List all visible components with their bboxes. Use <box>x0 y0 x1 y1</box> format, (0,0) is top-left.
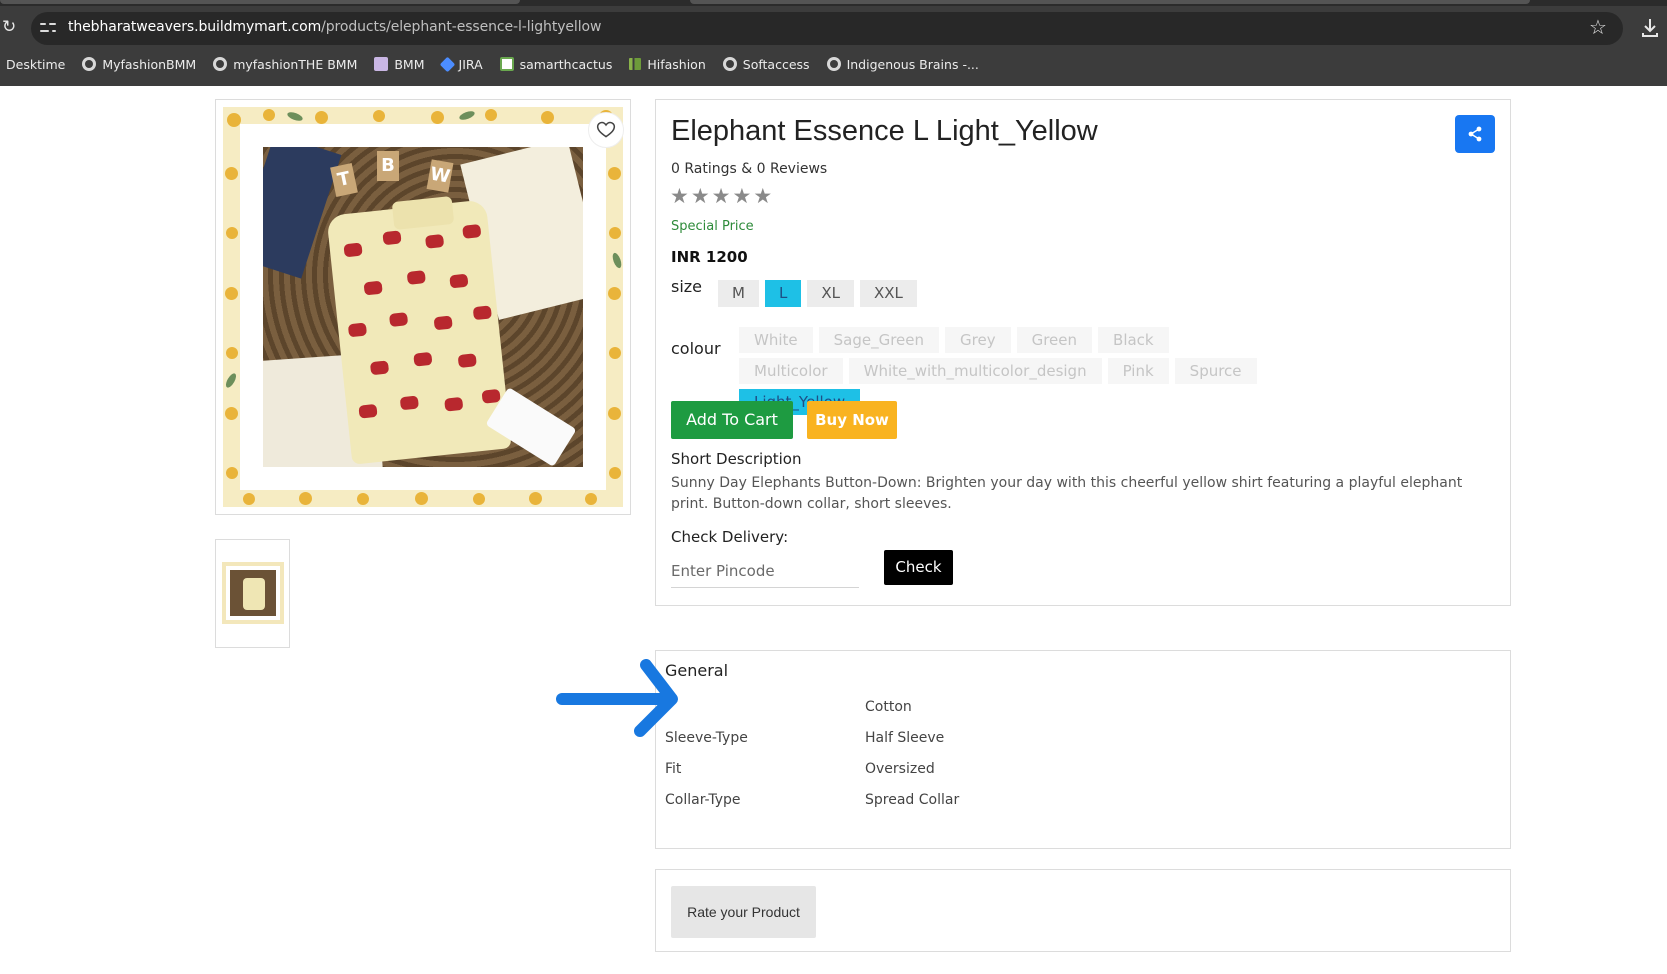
wishlist-button[interactable] <box>588 112 624 148</box>
leaf-motif <box>458 109 476 122</box>
download-icon[interactable] <box>1640 16 1660 40</box>
browser-tab[interactable] <box>0 0 520 4</box>
bookmark-label: Indigenous Brains -... <box>846 56 979 72</box>
bookmark-label: Desktime <box>6 56 66 72</box>
bookmark-label: samarthcactus <box>519 56 613 72</box>
bookmark-desktime[interactable]: Desktime <box>6 57 65 72</box>
colour-option-grey[interactable]: Grey <box>945 327 1011 353</box>
bookmark-label: MyfashionBMM <box>102 56 197 72</box>
product-image-card: T B W <box>215 99 631 515</box>
colour-option-green[interactable]: Green <box>1016 327 1093 353</box>
bookmark-label: JIRA <box>458 56 483 72</box>
bmm-icon <box>374 57 389 71</box>
bookmark-samarthcactus[interactable]: samarthcactus <box>499 56 613 72</box>
price: INR 1200 <box>671 248 748 266</box>
globe-icon <box>213 57 228 71</box>
share-icon <box>1468 126 1482 142</box>
bookmark-label: Hifashion <box>647 56 706 72</box>
colour-option-white-with-multicolor-design[interactable]: White_with_multicolor_design <box>848 358 1102 384</box>
check-delivery-title: Check Delivery: <box>671 528 789 546</box>
bookmarks-bar: Desktime MyfashionBMM myfashionTHE BMM B… <box>0 53 996 75</box>
bookmark-label: Softaccess <box>742 56 810 72</box>
bookmark-star-icon[interactable]: ☆ <box>1589 15 1607 39</box>
colour-option-white[interactable]: White <box>739 327 813 353</box>
bookmark-myfashionbmm[interactable]: MyfashionBMM <box>82 57 196 72</box>
url-text[interactable]: thebharatweavers.buildmymart.com/product… <box>68 19 601 35</box>
spec-value: Oversized <box>865 761 935 777</box>
spec-value: Spread Collar <box>865 792 960 808</box>
bookmark-jira[interactable]: JIRA <box>439 56 483 72</box>
spec-key: Fit <box>665 761 682 777</box>
globe-icon <box>82 57 97 71</box>
bookmark-indigenous-brains[interactable]: Indigenous Brains -... <box>826 56 979 72</box>
colour-option-sage-green[interactable]: Sage_Green <box>818 327 940 353</box>
image-mat: T B W <box>240 124 606 490</box>
star-icon: ★ <box>753 184 773 208</box>
leaf-motif <box>610 251 623 270</box>
add-to-cart-button[interactable]: Add To Cart <box>671 401 793 439</box>
special-price-label: Special Price <box>671 219 754 234</box>
shirt-photo: T B W <box>263 147 583 467</box>
bookmark-label: myfashionTHE BMM <box>233 56 358 72</box>
colour-label: colour <box>671 339 721 358</box>
general-specs-card: General Cotton Sleeve-Type Half Sleeve F… <box>655 650 1511 849</box>
star-rating: ★ ★ ★ ★ ★ <box>670 183 772 209</box>
short-description-title: Short Description <box>671 450 802 468</box>
spec-value: Cotton <box>865 699 912 715</box>
image-thumbnail[interactable] <box>215 539 290 648</box>
size-option-m[interactable]: M <box>718 280 759 307</box>
bookmark-softaccess[interactable]: Softaccess <box>722 56 810 72</box>
hifashion-icon <box>629 58 642 70</box>
browser-chrome: ↻ thebharatweavers.buildmymart.com/produ… <box>0 0 1667 86</box>
heart-icon <box>596 121 616 138</box>
url-host: thebharatweavers.buildmymart.com <box>68 19 322 35</box>
star-icon: ★ <box>670 184 689 208</box>
size-option-xl[interactable]: XL <box>807 280 854 307</box>
browser-tab[interactable] <box>690 0 1530 4</box>
size-label: size <box>671 277 703 296</box>
globe-icon <box>722 57 737 71</box>
colour-option-black[interactable]: Black <box>1098 327 1169 353</box>
bookmark-bmm[interactable]: BMM <box>374 56 425 72</box>
size-options: M L XL XXL <box>718 280 917 307</box>
check-delivery-button[interactable]: Check <box>884 550 953 585</box>
leaf-motif <box>223 371 239 390</box>
spec-key: Collar-Type <box>665 792 741 808</box>
site-info-icon[interactable] <box>40 20 56 36</box>
spec-value: Half Sleeve <box>865 730 945 746</box>
colour-option-multicolor[interactable]: Multicolor <box>739 358 843 384</box>
size-option-xxl[interactable]: XXL <box>859 280 917 307</box>
reload-icon[interactable]: ↻ <box>2 17 16 37</box>
globe-icon <box>826 57 841 71</box>
product-image[interactable]: T B W <box>223 107 623 507</box>
size-option-l[interactable]: L <box>764 280 802 307</box>
bookmark-label: BMM <box>394 56 425 72</box>
star-icon: ★ <box>690 184 710 208</box>
star-icon: ★ <box>732 184 752 208</box>
leaf-motif <box>286 110 304 123</box>
colour-option-spurce[interactable]: Spurce <box>1174 358 1257 384</box>
annotation-arrow-icon <box>556 659 678 737</box>
product-title: Elephant Essence L Light_Yellow <box>671 115 1098 147</box>
rate-product-button[interactable]: Rate your Product <box>671 886 816 938</box>
star-icon: ★ <box>711 184 731 208</box>
short-description-text: Sunny Day Elephants Button-Down: Brighte… <box>671 475 1463 512</box>
rate-product-card: Rate your Product <box>655 869 1511 952</box>
ratings-summary: 0 Ratings & 0 Reviews <box>671 161 828 177</box>
product-details-card: Elephant Essence L Light_Yellow 0 Rating… <box>655 99 1511 606</box>
cactus-icon <box>499 57 514 71</box>
url-path: /products/elephant-essence-l-lightyellow <box>321 19 602 35</box>
pincode-input[interactable] <box>671 555 859 588</box>
bookmark-hifashion[interactable]: Hifashion <box>629 56 706 72</box>
bookmark-myfashion-the-bmm[interactable]: myfashionTHE BMM <box>213 57 357 72</box>
colour-option-pink[interactable]: Pink <box>1107 358 1169 384</box>
jira-icon <box>439 56 455 72</box>
share-button[interactable] <box>1455 115 1495 153</box>
buy-now-button[interactable]: Buy Now <box>807 401 897 439</box>
